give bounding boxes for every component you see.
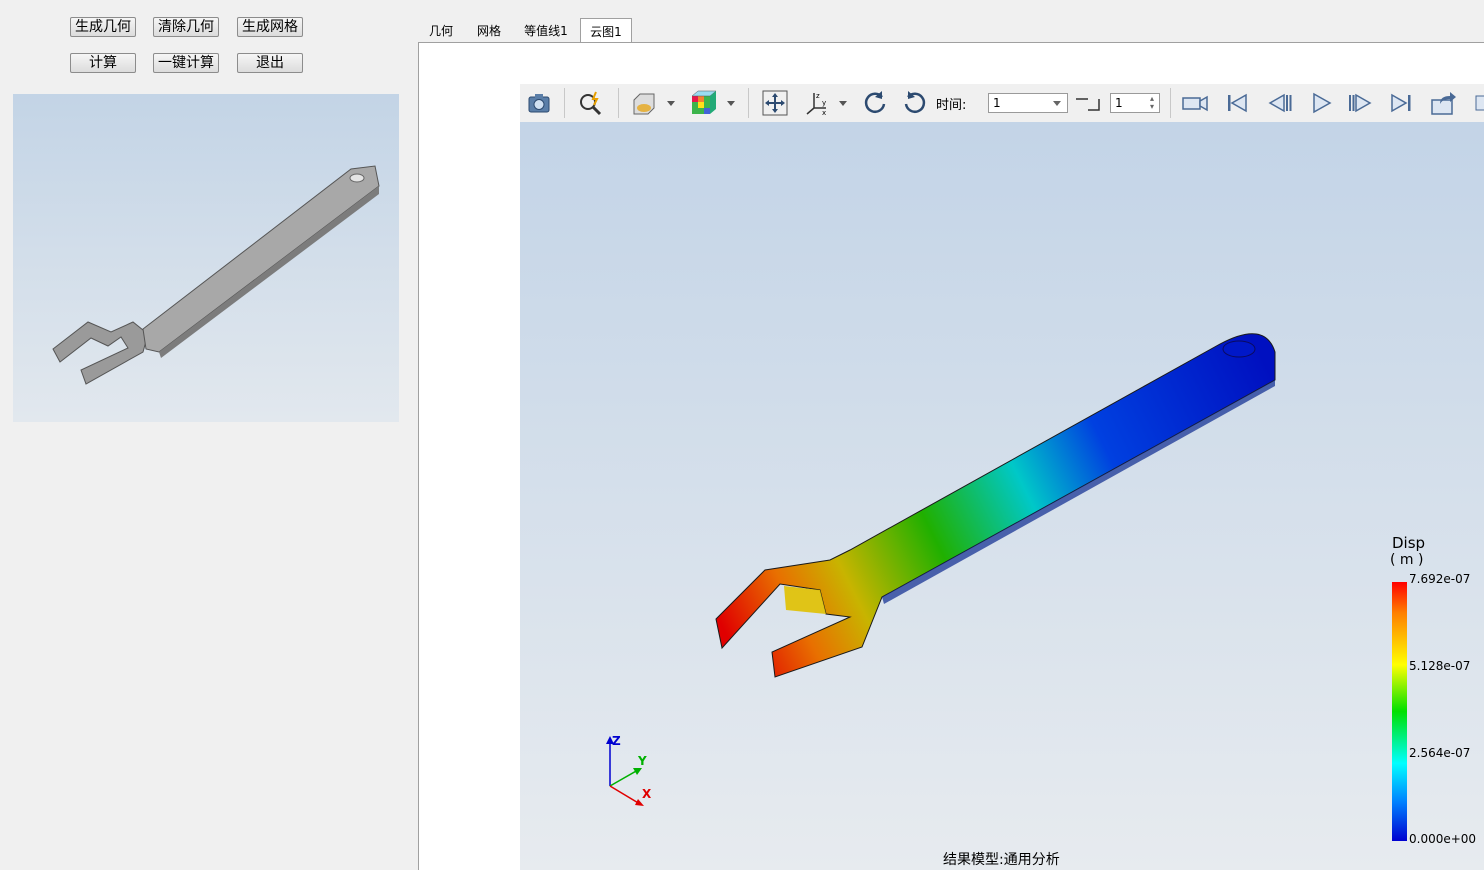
legend-tick: 5.128e-07: [1409, 659, 1471, 673]
legend-tick-min: 0.000e+00: [1409, 832, 1477, 846]
more-icon[interactable]: [1470, 88, 1484, 118]
step-icon: [1073, 88, 1103, 118]
legend-title: Disp: [1392, 534, 1426, 552]
wrench-geometry-image: [52, 165, 380, 385]
axis-view-icon[interactable]: zyx: [802, 88, 832, 118]
tab-contour-line[interactable]: 等值线1: [518, 18, 574, 42]
last-frame-icon[interactable]: [1386, 88, 1416, 118]
tab-mesh[interactable]: 网格: [472, 18, 506, 42]
toolbar-separator: [618, 88, 619, 118]
legend-color-bar: [1392, 582, 1407, 841]
tab-geometry[interactable]: 几何: [424, 18, 458, 42]
status-text: 结果模型:通用分析: [943, 852, 1060, 868]
fit-view-icon[interactable]: [760, 88, 790, 118]
step-spinbox-value: 1: [1115, 96, 1123, 110]
y-axis-label: Y: [637, 754, 647, 768]
one-click-compute-button[interactable]: 一键计算: [153, 53, 219, 73]
svg-text:z: z: [816, 92, 820, 100]
time-select[interactable]: 1: [988, 93, 1068, 113]
geometry-preview[interactable]: [13, 94, 399, 422]
toolbar-separator: [1170, 88, 1171, 118]
spin-arrows-icon[interactable]: ▴ ▾: [1150, 95, 1154, 111]
rotate-right-icon[interactable]: [900, 88, 930, 118]
axis-triad: Z Y X: [606, 734, 652, 806]
svg-text:x: x: [822, 109, 826, 117]
video-record-icon[interactable]: [1180, 88, 1210, 118]
toolbar-separator: [748, 88, 749, 118]
time-select-value: 1: [993, 96, 1001, 110]
tab-cloud-map[interactable]: 云图1: [580, 18, 632, 44]
chevron-down-icon: [1053, 101, 1061, 106]
x-axis-label: X: [642, 787, 652, 801]
legend-tick: 2.564e-07: [1409, 746, 1471, 760]
compute-button[interactable]: 计算: [70, 53, 136, 73]
svg-text:y: y: [822, 99, 826, 107]
next-frame-icon[interactable]: [1346, 88, 1376, 118]
first-frame-icon[interactable]: [1222, 88, 1252, 118]
viewer-toolbar: zyx 时间: 1 1 ▴ ▾: [520, 84, 1484, 123]
legend-tick-max: 7.692e-07: [1409, 572, 1471, 586]
toolbar-separator: [564, 88, 565, 118]
chevron-down-icon[interactable]: [839, 101, 847, 106]
z-axis-label: Z: [612, 734, 621, 748]
chevron-down-icon[interactable]: [727, 101, 735, 106]
chevron-down-icon[interactable]: [667, 101, 675, 106]
legend-unit: ( m ): [1390, 552, 1424, 568]
zoom-icon[interactable]: [576, 88, 606, 118]
camera-icon[interactable]: [524, 88, 554, 118]
color-cube-icon[interactable]: [688, 88, 718, 118]
time-label: 时间:: [936, 98, 967, 113]
result-viewport[interactable]: Z Y X Disp ( m ) 7.692e-07 5.128e-07 2.5…: [520, 122, 1484, 870]
generate-geometry-button[interactable]: 生成几何: [70, 17, 136, 37]
exit-button[interactable]: 退出: [237, 53, 303, 73]
play-icon[interactable]: [1306, 88, 1336, 118]
display-mode-icon[interactable]: [628, 88, 658, 118]
clear-geometry-button[interactable]: 清除几何: [153, 17, 219, 37]
step-spinbox[interactable]: 1 ▴ ▾: [1110, 93, 1160, 113]
previous-frame-icon[interactable]: [1264, 88, 1294, 118]
export-icon[interactable]: [1428, 88, 1458, 118]
rotate-left-icon[interactable]: [860, 88, 890, 118]
generate-mesh-button[interactable]: 生成网格: [237, 17, 303, 37]
